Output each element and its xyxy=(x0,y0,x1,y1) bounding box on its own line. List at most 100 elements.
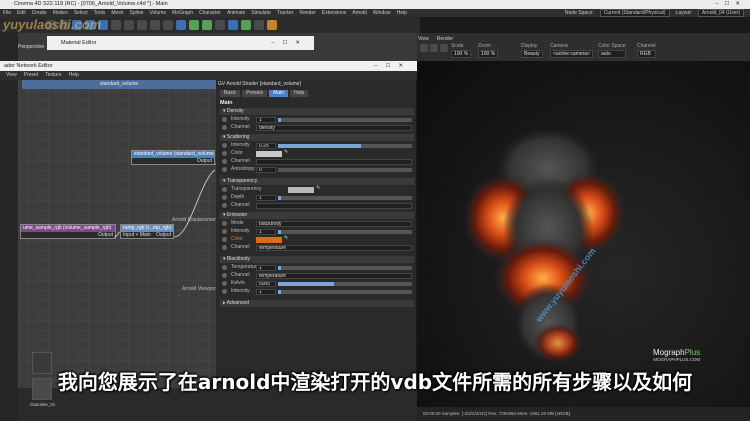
connection-wire xyxy=(113,231,121,238)
depth-field[interactable]: 1 xyxy=(256,194,276,201)
keyframe-dot-icon[interactable] xyxy=(222,245,227,250)
density-channel-field[interactable]: density xyxy=(256,124,412,131)
scale-control: Scale 100 % xyxy=(451,43,472,58)
row-emission-mode: Mode blackbody xyxy=(222,220,414,227)
param-label: Anisotropy xyxy=(231,166,255,172)
keyframe-dot-icon[interactable] xyxy=(222,229,227,234)
scale-select[interactable]: 100 % xyxy=(451,50,472,58)
tab-basic[interactable]: Basic xyxy=(220,90,241,97)
keyframe-dot-icon[interactable] xyxy=(222,265,227,270)
param-label: Intensity xyxy=(231,116,250,122)
keyframe-dot-icon[interactable] xyxy=(222,289,227,294)
connection-wire xyxy=(173,169,216,238)
explosion-render-image xyxy=(463,126,626,363)
keyframe-dot-icon[interactable] xyxy=(222,221,227,226)
temperature-field[interactable]: 1 xyxy=(256,264,276,271)
eyedropper-icon[interactable]: ✎ xyxy=(284,149,288,156)
row-blackbody-intensity: Intensity 1 xyxy=(222,288,414,295)
anisotropy-slider[interactable] xyxy=(278,167,412,172)
temperature-slider[interactable] xyxy=(278,265,412,270)
blackbody-intensity-slider[interactable] xyxy=(278,289,412,294)
attribute-title: GV Arnold Shader [standard_volume] xyxy=(218,81,301,87)
layout-select[interactable]: Arnold_04 (User) xyxy=(697,9,744,17)
blackbody-intensity-field[interactable]: 1 xyxy=(256,288,276,295)
param-label: Channel xyxy=(231,158,250,164)
kelvin-slider[interactable] xyxy=(278,281,412,286)
scatter-intensity-slider[interactable] xyxy=(278,143,412,148)
keyframe-dot-icon[interactable] xyxy=(222,187,227,192)
display-select[interactable]: Beauty xyxy=(521,50,543,58)
section-transparency[interactable]: ▾ Transparency xyxy=(220,178,414,185)
emission-mode-select[interactable]: blackbody xyxy=(256,220,412,227)
keyframe-dot-icon[interactable] xyxy=(222,281,227,286)
section-density[interactable]: ▾ Density xyxy=(220,108,414,115)
emission-intensity-slider[interactable] xyxy=(278,229,412,234)
row-scatter-anisotropy: Anisotropy 0 xyxy=(222,166,414,173)
keyframe-dot-icon[interactable] xyxy=(222,125,227,130)
attribute-tabs: Basic Presets Main Help xyxy=(220,90,309,97)
keyframe-dot-icon[interactable] xyxy=(222,151,227,156)
camera-control: Camera <active camera> xyxy=(550,43,593,58)
row-scatter-intensity: Intensity 0.25 xyxy=(222,142,414,149)
tab-main[interactable]: Main xyxy=(269,90,289,97)
rv-menu-render[interactable]: Render xyxy=(437,36,453,42)
keyframe-dot-icon[interactable] xyxy=(222,143,227,148)
scatter-intensity-field[interactable]: 0.25 xyxy=(256,142,276,149)
color-space-select[interactable]: auto xyxy=(598,50,626,58)
param-label: Channel xyxy=(231,124,250,130)
keyframe-dot-icon[interactable] xyxy=(222,117,227,122)
tab-presets[interactable]: Presets xyxy=(242,90,268,97)
emission-intensity-field[interactable]: 1 xyxy=(256,228,276,235)
param-label: Kelvin xyxy=(231,280,245,286)
keyframe-dot-icon[interactable] xyxy=(222,195,227,200)
row-transparency-depth: Depth 1 xyxy=(222,194,414,201)
node-space-select[interactable]: Current (Standard/Physical) xyxy=(599,9,670,17)
keyframe-dot-icon[interactable] xyxy=(222,203,227,208)
eyedropper-icon[interactable]: ✎ xyxy=(284,235,288,242)
zoom-select[interactable]: 100 % xyxy=(478,50,499,58)
row-density-intensity: Intensity 1 xyxy=(222,116,414,123)
keyframe-dot-icon[interactable] xyxy=(222,167,227,172)
window-controls[interactable]: –☐✕ xyxy=(715,0,746,9)
keyframe-dot-icon[interactable] xyxy=(222,237,227,242)
section-blackbody[interactable]: ▾ Blackbody xyxy=(220,256,414,263)
param-label: Channel xyxy=(231,272,250,278)
param-label: Mode xyxy=(231,220,244,226)
row-emission-channel: Channel temperature xyxy=(222,244,414,251)
camera-select[interactable]: <active camera> xyxy=(550,50,593,58)
stop-icon[interactable] xyxy=(440,44,448,52)
emission-channel-field[interactable]: temperature xyxy=(256,244,412,251)
kelvin-field[interactable]: 5000 xyxy=(256,280,276,287)
node-space-label: Node Space: xyxy=(564,10,594,16)
eyedropper-icon[interactable]: ✎ xyxy=(316,185,320,192)
ipr-start-icon[interactable] xyxy=(420,44,428,52)
row-blackbody-channel: Channel temperature xyxy=(222,272,414,279)
transparency-color-swatch[interactable] xyxy=(288,186,314,193)
section-scattering[interactable]: ▾ Scattering xyxy=(220,134,414,141)
blackbody-channel-field[interactable]: temperature xyxy=(256,272,412,279)
section-advanced[interactable]: ▸ Advanced xyxy=(220,300,414,307)
menu-right-group: Node Space: Current (Standard/Physical) … xyxy=(565,9,744,17)
keyframe-dot-icon[interactable] xyxy=(222,273,227,278)
param-label: Intensity xyxy=(231,142,250,148)
param-label: Depth xyxy=(231,194,245,200)
color-space-control: Color Space auto xyxy=(598,43,626,58)
play-icon[interactable] xyxy=(430,44,438,52)
zoom-control: Zoom 100 % xyxy=(478,43,499,58)
depth-slider[interactable] xyxy=(278,195,412,200)
density-intensity-field[interactable]: 1 xyxy=(256,116,276,123)
scatter-color-swatch[interactable] xyxy=(256,150,282,157)
layout-label: Layout: xyxy=(675,10,692,16)
mographplus-logo: MographPlus MOGRAPHPLUS.COM xyxy=(653,348,701,362)
anisotropy-field[interactable]: 0 xyxy=(256,166,276,173)
density-intensity-slider[interactable] xyxy=(278,117,412,122)
section-emission[interactable]: ▾ Emission xyxy=(220,212,414,219)
transparency-channel-field[interactable] xyxy=(256,202,412,209)
scatter-channel-field[interactable] xyxy=(256,158,412,165)
rv-menu-view[interactable]: View xyxy=(418,36,429,42)
channel-select[interactable]: RGB xyxy=(637,50,656,58)
row-transparency-channel: Channel xyxy=(222,202,414,209)
tab-help[interactable]: Help xyxy=(290,90,309,97)
emission-color-swatch[interactable] xyxy=(256,236,282,243)
keyframe-dot-icon[interactable] xyxy=(222,159,227,164)
